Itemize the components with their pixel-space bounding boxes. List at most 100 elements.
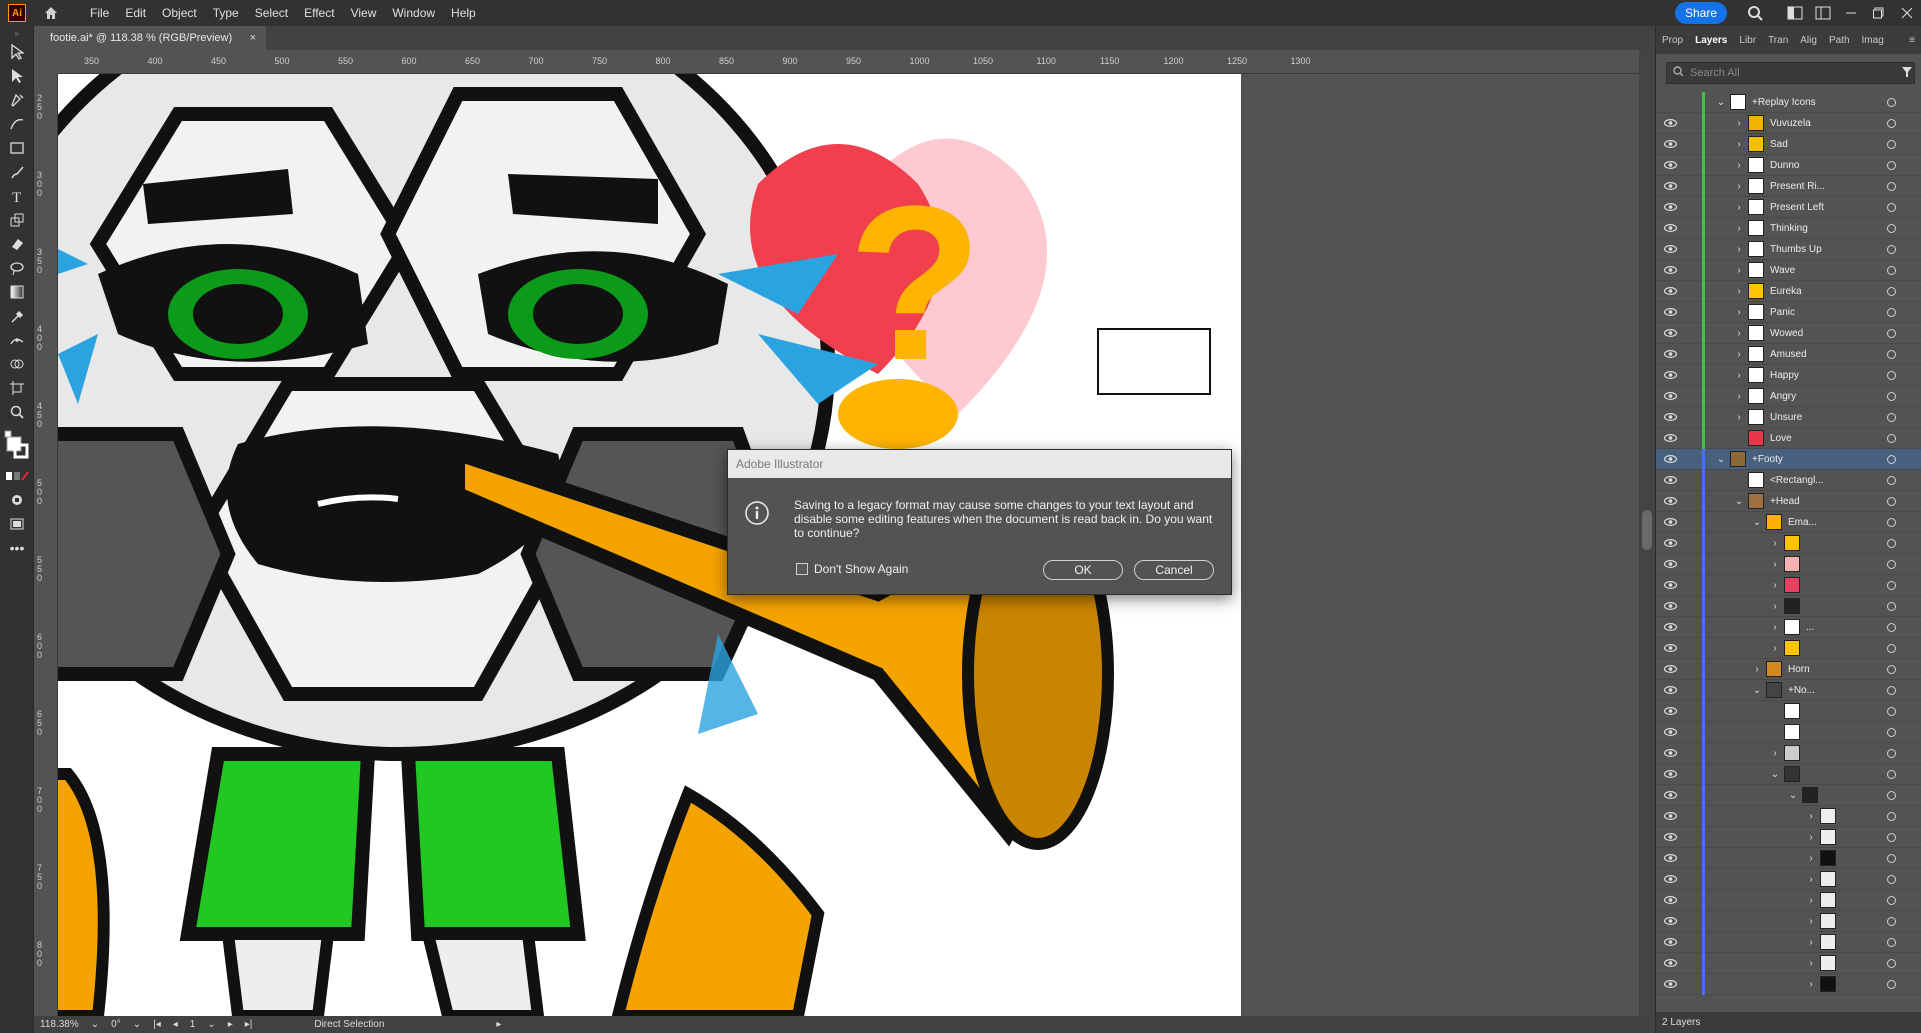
layer-row[interactable]: Love [1656,427,1921,449]
chevron-right-icon[interactable]: › [1734,302,1744,323]
panel-tab-path[interactable]: Path [1823,35,1856,46]
layer-target-icon[interactable] [1887,433,1896,443]
zoom-dropdown-icon[interactable]: ⌄ [91,1019,99,1030]
layer-target-icon[interactable] [1887,748,1896,758]
ok-button[interactable]: OK [1043,560,1123,580]
gradient-tool-icon[interactable] [0,280,34,304]
visibility-eye-icon[interactable] [1662,806,1678,827]
layer-row[interactable]: › [1656,826,1921,848]
chevron-right-icon[interactable]: › [1734,323,1744,344]
panel-tab-alig[interactable]: Alig [1794,35,1823,46]
layer-row[interactable]: ›... [1656,616,1921,638]
layer-target-icon[interactable] [1887,475,1896,485]
layer-name[interactable]: Thinking [1770,223,1808,234]
checkbox-box[interactable] [796,563,808,575]
layer-row[interactable]: ⌄ [1656,763,1921,785]
layer-row[interactable]: ⌄ +Replay Icons [1656,92,1921,113]
current-tool-label[interactable]: Direct Selection [314,1019,384,1030]
visibility-eye-icon[interactable] [1662,701,1678,722]
shape-builder-tool-icon[interactable] [0,352,34,376]
layer-row[interactable]: › [1656,931,1921,953]
visibility-eye-icon[interactable] [1662,827,1678,848]
curvature-tool-icon[interactable] [0,112,34,136]
panel-tab-tran[interactable]: Tran [1762,35,1794,46]
chevron-right-icon[interactable]: › [1806,974,1816,995]
layer-row[interactable]: › Unsure [1656,406,1921,428]
visibility-eye-icon[interactable] [1662,92,1678,113]
layer-target-icon[interactable] [1887,832,1896,842]
chevron-right-icon[interactable]: › [1734,113,1744,134]
visibility-eye-icon[interactable] [1662,428,1678,449]
eyedropper-tool-icon[interactable] [0,304,34,328]
layer-target-icon[interactable] [1887,937,1896,947]
layer-target-icon[interactable] [1887,97,1896,107]
layer-row[interactable]: › [1656,574,1921,596]
layer-target-icon[interactable] [1887,454,1896,464]
layer-target-icon[interactable] [1887,517,1896,527]
panel-tab-prop[interactable]: Prop [1656,35,1689,46]
chevron-right-icon[interactable]: › [1806,911,1816,932]
visibility-eye-icon[interactable] [1662,953,1678,974]
panel-tab-layers[interactable]: Layers [1689,35,1733,46]
layer-row[interactable]: › Thinking [1656,217,1921,239]
layer-name[interactable]: Horn [1788,664,1810,675]
zoom-tool-icon[interactable] [0,400,34,424]
visibility-eye-icon[interactable] [1662,218,1678,239]
artboard-number[interactable]: 1 [190,1019,196,1030]
visibility-eye-icon[interactable] [1662,722,1678,743]
chevron-right-icon[interactable]: › [1770,743,1780,764]
visibility-eye-icon[interactable] [1662,575,1678,596]
layer-row[interactable]: › Thumbs Up [1656,238,1921,260]
layer-target-icon[interactable] [1887,727,1896,737]
chevron-right-icon[interactable]: › [1734,260,1744,281]
rectangle-tool-icon[interactable] [0,136,34,160]
visibility-eye-icon[interactable] [1662,155,1678,176]
layer-target-icon[interactable] [1887,244,1896,254]
menu-view[interactable]: View [343,6,385,20]
document-tab[interactable]: footie.ai* @ 118.38 % (RGB/Preview) × [34,26,266,50]
workspace-icon[interactable] [1809,0,1837,26]
visibility-eye-icon[interactable] [1662,239,1678,260]
layer-row[interactable]: ⌄ +Footy [1656,448,1921,470]
layer-name[interactable]: Panic [1770,307,1795,318]
visibility-eye-icon[interactable] [1662,533,1678,554]
layer-target-icon[interactable] [1887,559,1896,569]
layer-name[interactable]: Vuvuzela [1770,118,1811,129]
layer-target-icon[interactable] [1887,664,1896,674]
panel-grip-icon[interactable]: » [0,26,33,40]
chevron-down-icon[interactable]: ⌄ [1752,680,1762,701]
visibility-eye-icon[interactable] [1662,659,1678,680]
filter-icon[interactable] [1901,66,1913,81]
layer-name[interactable]: Ema... [1788,517,1817,528]
chevron-right-icon[interactable]: › [1806,848,1816,869]
layer-target-icon[interactable] [1887,538,1896,548]
layer-target-icon[interactable] [1887,706,1896,716]
chevron-down-icon[interactable]: ⌄ [1788,785,1798,806]
layer-name[interactable]: +Footy [1752,454,1783,465]
layer-row[interactable]: › [1656,910,1921,932]
selection-tool-icon[interactable] [0,40,34,64]
screen-mode-icon[interactable] [0,512,34,536]
arrange-documents-icon[interactable] [1781,0,1809,26]
menu-effect[interactable]: Effect [296,6,342,20]
chevron-right-icon[interactable]: › [1806,932,1816,953]
layer-row[interactable]: › [1656,889,1921,911]
chevron-right-icon[interactable]: › [1734,407,1744,428]
layer-target-icon[interactable] [1887,160,1896,170]
layer-target-icon[interactable] [1887,286,1896,296]
layer-row[interactable]: ⌄ Ema... [1656,511,1921,533]
layer-target-icon[interactable] [1887,916,1896,926]
panel-tab-imag[interactable]: Imag [1856,35,1890,46]
panel-menu-icon[interactable]: ≡ [1903,35,1921,46]
first-artboard-icon[interactable]: |◂ [153,1019,161,1030]
layer-name[interactable]: Dunno [1770,160,1799,171]
layer-row[interactable]: › [1656,595,1921,617]
type-tool-icon[interactable]: T [0,184,34,208]
layer-target-icon[interactable] [1887,307,1896,317]
layer-target-icon[interactable] [1887,874,1896,884]
layer-name[interactable]: +No... [1788,685,1815,696]
layer-target-icon[interactable] [1887,496,1896,506]
layer-row[interactable]: › Wowed [1656,322,1921,344]
visibility-eye-icon[interactable] [1662,932,1678,953]
visibility-eye-icon[interactable] [1662,911,1678,932]
